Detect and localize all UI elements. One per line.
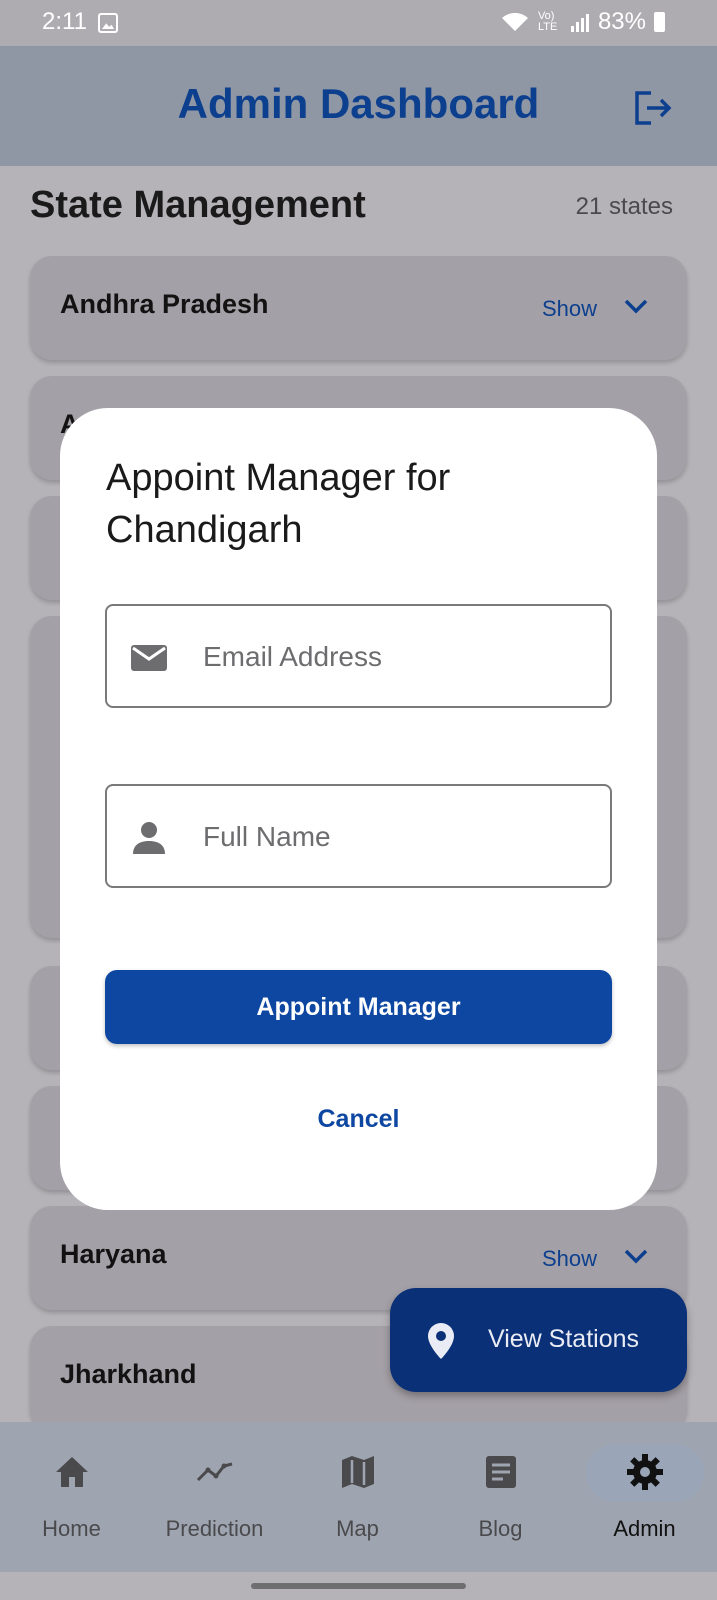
- chevron-down-icon[interactable]: [623, 1248, 649, 1264]
- nav-prediction-label: Prediction: [165, 1516, 264, 1541]
- section-title: State Management: [30, 184, 366, 226]
- nav-admin[interactable]: Admin: [572, 1422, 717, 1572]
- trend-icon: [196, 1462, 232, 1482]
- full-name-placeholder: Full Name: [203, 821, 331, 852]
- show-toggle[interactable]: Show: [542, 1246, 597, 1272]
- nav-map[interactable]: Map: [286, 1422, 429, 1572]
- nav-blog-label: Blog: [478, 1516, 523, 1541]
- nav-home-label: Home: [42, 1516, 101, 1541]
- state-name: Haryana: [60, 1239, 167, 1269]
- state-card[interactable]: Andhra Pradesh Show: [30, 256, 687, 360]
- state-count: 21 states: [575, 193, 673, 220]
- cancel-button[interactable]: Cancel: [105, 1094, 612, 1144]
- state-name: Jharkhand: [60, 1359, 197, 1389]
- gallery-notification-icon: [98, 13, 118, 33]
- battery-icon: [654, 12, 665, 32]
- page-title: Admin Dashboard: [177, 80, 540, 127]
- chevron-down-icon[interactable]: [623, 298, 649, 314]
- appoint-manager-button[interactable]: Appoint Manager: [105, 970, 612, 1044]
- state-name: Andhra Pradesh: [60, 289, 269, 319]
- signal-icon: [570, 14, 589, 32]
- home-icon: [55, 1457, 88, 1487]
- gear-icon: [626, 1454, 663, 1490]
- nav-blog[interactable]: Blog: [429, 1422, 572, 1572]
- logout-icon[interactable]: [633, 90, 673, 126]
- status-bar: 2:11 Vo) LTE 83%: [0, 0, 717, 46]
- dialog-title: Appoint Manager for Chandigarh: [106, 457, 451, 551]
- email-placeholder: Email Address: [203, 641, 382, 672]
- nav-admin-label: Admin: [613, 1516, 676, 1541]
- email-field[interactable]: Email Address: [105, 604, 612, 708]
- bottom-navigation: Home Prediction Map Blog Admin: [0, 1422, 717, 1572]
- gesture-handle[interactable]: [251, 1583, 466, 1589]
- nav-prediction[interactable]: Prediction: [143, 1422, 286, 1572]
- view-stations-button[interactable]: View Stations: [390, 1288, 687, 1392]
- appoint-manager-dialog: Appoint Manager for Chandigarh Email Add…: [60, 408, 657, 1210]
- status-icons: Vo) LTE 83%: [500, 8, 665, 36]
- app-bar: Admin Dashboard: [0, 46, 717, 166]
- map-icon: [341, 1456, 374, 1488]
- article-icon: [485, 1456, 516, 1488]
- network-type-label: Vo) LTE: [537, 10, 558, 33]
- email-icon: [131, 645, 167, 671]
- wifi-icon: [501, 12, 528, 31]
- nav-map-label: Map: [336, 1516, 379, 1541]
- status-time: 2:11: [42, 8, 87, 35]
- nav-home[interactable]: Home: [0, 1422, 143, 1572]
- person-icon: [133, 822, 165, 854]
- battery-percent: 83%: [597, 8, 646, 35]
- show-toggle[interactable]: Show: [542, 296, 597, 322]
- view-stations-label: View Stations: [488, 1325, 640, 1353]
- map-pin-icon: [428, 1323, 454, 1359]
- full-name-field[interactable]: Full Name: [105, 784, 612, 888]
